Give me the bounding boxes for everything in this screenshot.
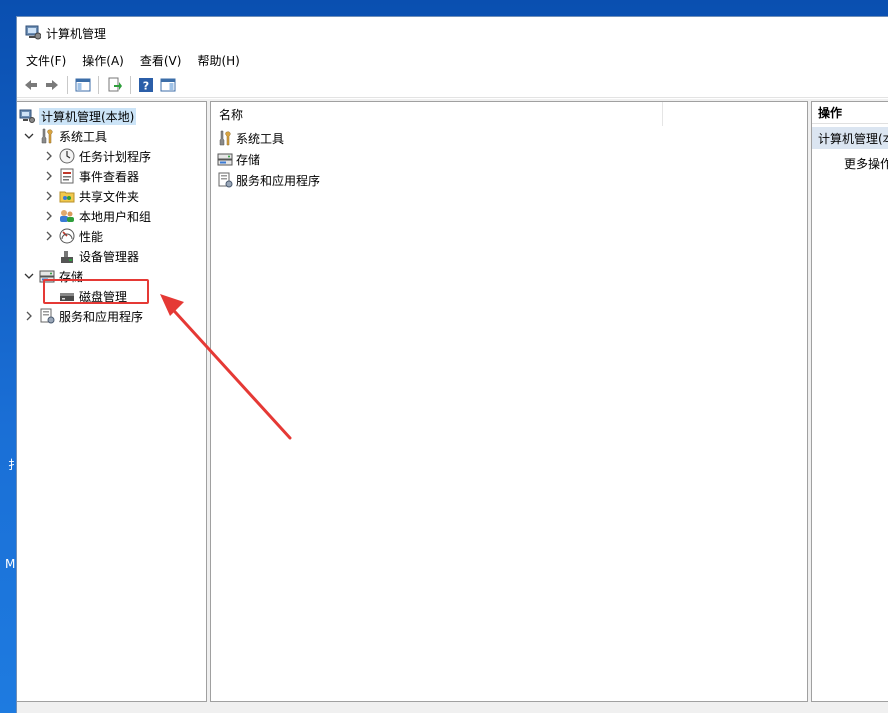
services-icon: [40, 308, 55, 324]
actions-header: 操作: [812, 102, 888, 124]
help-icon: ?: [139, 78, 153, 93]
tree-item-label: 磁盘管理: [79, 289, 128, 304]
tree-item-task-scheduler[interactable]: 任务计划程序: [43, 146, 151, 166]
toolbar-separator: [67, 76, 68, 94]
tree-item-label: 系统工具: [59, 129, 108, 144]
actions-pane: 操作 计算机管理(本地) 更多操作: [811, 101, 888, 702]
storage-icon: [217, 153, 233, 166]
export-list-icon: [108, 77, 122, 92]
export-list-button[interactable]: [105, 75, 125, 95]
list-item-label: 服务和应用程序: [236, 173, 321, 188]
svg-text:?: ?: [143, 80, 149, 93]
desktop-icon-label-fragment: M: [5, 557, 16, 571]
tree-item-storage[interactable]: 存储: [23, 266, 83, 286]
storage-icon: [39, 270, 55, 283]
list-item-storage[interactable]: 存储: [217, 149, 260, 169]
menu-file[interactable]: 文件(F): [26, 50, 66, 71]
chevron-right-icon[interactable]: [43, 206, 55, 226]
chevron-right-icon[interactable]: [23, 306, 35, 326]
title-bar: 计算机管理: [17, 17, 888, 47]
tree-item-system-tools[interactable]: 系统工具: [23, 126, 107, 146]
chevron-down-icon[interactable]: [23, 266, 35, 286]
chevron-right-icon[interactable]: [43, 166, 55, 186]
shared-folder-icon: [59, 191, 75, 203]
actions-group-computer-management[interactable]: 计算机管理(本地): [812, 127, 888, 149]
computer-management-window: 计算机管理 文件(F) 操作(A) 查看(V) 帮助(H) ? 计算机管理(本地…: [16, 16, 888, 713]
menu-action[interactable]: 操作(A): [82, 50, 124, 71]
toolbar: ?: [17, 72, 888, 98]
tools-icon: [219, 130, 231, 146]
tree-item-shared-folders[interactable]: 共享文件夹: [43, 186, 139, 206]
back-button[interactable]: [21, 75, 41, 95]
event-viewer-icon: [60, 168, 74, 184]
console-tree-pane[interactable]: 计算机管理(本地) 系统工具 任务计划程序 事件查看器 共享文件夹 本地用户和组…: [17, 101, 207, 702]
tree-item-disk-management[interactable]: 磁盘管理: [43, 286, 127, 306]
tree-item-performance[interactable]: 性能: [43, 226, 103, 246]
toolbar-separator: [130, 76, 131, 94]
clock-icon: [59, 148, 75, 164]
show-hide-console-tree-button[interactable]: [73, 75, 93, 95]
tree-item-label: 存储: [59, 269, 84, 284]
disk-management-icon: [60, 293, 74, 301]
forward-arrow-icon: [46, 80, 58, 90]
list-item-services-and-applications[interactable]: 服务和应用程序: [217, 170, 320, 190]
window-title: 计算机管理: [46, 27, 107, 41]
device-manager-icon: [61, 251, 73, 263]
status-bar: [17, 702, 888, 713]
help-button[interactable]: ?: [136, 75, 156, 95]
more-actions-link[interactable]: 更多操作: [844, 152, 888, 174]
chevron-right-icon[interactable]: [43, 146, 55, 166]
chevron-right-icon[interactable]: [43, 226, 55, 246]
computer-management-icon: [19, 109, 35, 123]
toolbar-separator: [98, 76, 99, 94]
list-column-header: 名称: [211, 102, 807, 126]
list-item-label: 系统工具: [236, 131, 285, 146]
column-header-label: 名称: [219, 107, 244, 122]
tree-item-label: 服务和应用程序: [59, 309, 144, 324]
tree-item-label: 本地用户和组: [79, 209, 152, 224]
chevron-right-icon[interactable]: [43, 186, 55, 206]
tree-item-services-and-applications[interactable]: 服务和应用程序: [23, 306, 143, 326]
users-icon: [60, 210, 74, 222]
chevron-down-icon[interactable]: [23, 126, 35, 146]
tools-icon: [41, 128, 53, 144]
tree-item-label: 性能: [79, 229, 104, 244]
tree-item-device-manager[interactable]: 设备管理器: [43, 246, 139, 266]
menu-help[interactable]: 帮助(H): [197, 50, 239, 71]
tree-item-label: 共享文件夹: [79, 189, 140, 204]
tree-item-label: 计算机管理(本地): [39, 107, 137, 125]
performance-icon: [59, 228, 75, 244]
tree-item-computer-management-local[interactable]: 计算机管理(本地): [19, 106, 137, 126]
console-tree-icon: [75, 78, 91, 92]
tree-item-event-viewer[interactable]: 事件查看器: [43, 166, 139, 186]
tree-item-label: 任务计划程序: [79, 149, 152, 164]
column-header-name[interactable]: 名称: [211, 102, 663, 126]
list-item-system-tools[interactable]: 系统工具: [217, 128, 284, 148]
action-pane-icon: [160, 78, 176, 92]
menu-view[interactable]: 查看(V): [140, 50, 182, 71]
tree-item-local-users-and-groups[interactable]: 本地用户和组: [43, 206, 151, 226]
show-hide-action-pane-button[interactable]: [158, 75, 178, 95]
tree-item-label: 设备管理器: [79, 249, 140, 264]
menu-bar: 文件(F) 操作(A) 查看(V) 帮助(H): [17, 49, 888, 71]
forward-button[interactable]: [42, 75, 62, 95]
computer-management-icon: [25, 25, 41, 40]
tree-item-label: 事件查看器: [79, 169, 140, 184]
services-icon: [218, 172, 233, 188]
content-panes: 计算机管理(本地) 系统工具 任务计划程序 事件查看器 共享文件夹 本地用户和组…: [17, 99, 888, 702]
results-pane[interactable]: 名称 系统工具 存储 服务和应用程序: [210, 101, 808, 702]
list-item-label: 存储: [236, 152, 261, 167]
back-arrow-icon: [25, 80, 37, 90]
